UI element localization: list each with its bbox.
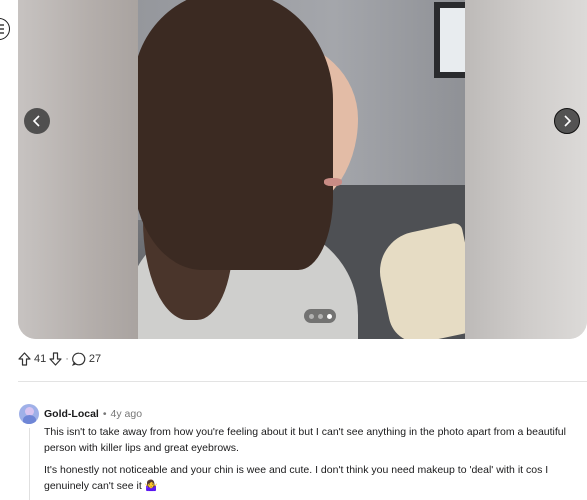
comment-count[interactable]: 27 [89,353,101,365]
carousel-dot[interactable] [308,313,314,319]
post-actions: 41 · 27 [18,350,104,368]
comment-paragraph: It's honestly not noticeable and your ch… [44,464,549,492]
upvote-icon[interactable] [18,352,31,366]
divider [18,381,587,382]
carousel-dot-active[interactable] [326,313,332,319]
post-view: 41 · 27 Gold-Local • 4y ago This isn't t… [0,0,587,500]
carousel-dot[interactable] [317,313,323,319]
comment-author[interactable]: Gold-Local [44,408,99,420]
carousel-next-button[interactable] [554,108,580,134]
comment-bubble-icon[interactable] [71,352,86,366]
comment-paragraph: This isn't to take away from how you're … [44,426,566,454]
carousel-indicator [304,309,336,323]
upvote-count: 41 [34,353,47,365]
chevron-left-icon [32,115,40,127]
chevron-right-icon [564,115,572,127]
carousel-prev-button[interactable] [24,108,50,134]
post-photo[interactable] [138,0,465,339]
person-hair [138,0,333,270]
image-carousel[interactable] [18,0,587,339]
downvote-icon[interactable] [49,352,62,366]
thread-line[interactable] [29,428,30,500]
comment-header: Gold-Local • 4y ago [44,408,142,420]
carousel-blur-right [465,0,587,339]
carousel-blur-left [18,0,138,339]
comment-meta-separator: • [102,408,107,420]
menu-icon[interactable] [0,18,10,40]
actions-separator: · [65,353,69,365]
avatar[interactable] [19,404,39,424]
comment-timestamp: 4y ago [110,408,143,420]
